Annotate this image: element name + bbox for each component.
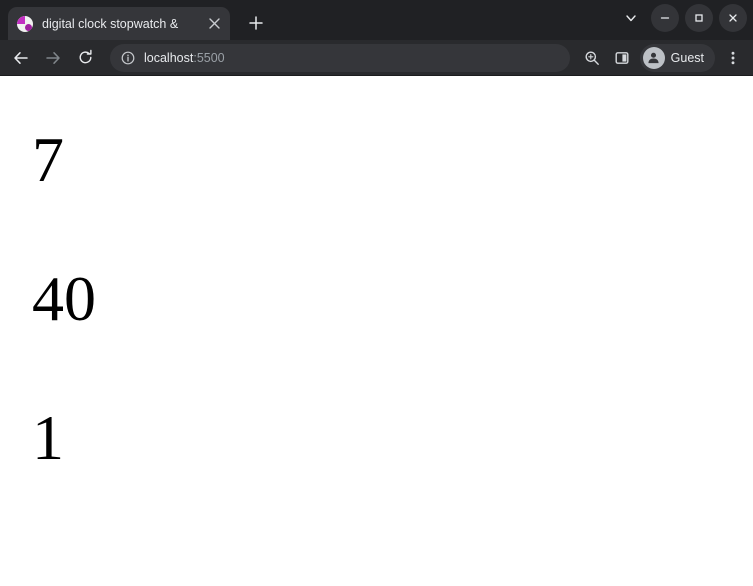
site-info-icon[interactable] [120, 50, 136, 66]
back-icon[interactable] [6, 43, 36, 73]
profile-name: Guest [670, 50, 704, 65]
zoom-icon[interactable] [578, 44, 606, 72]
address-bar[interactable]: localhost:5500 [110, 43, 570, 72]
page-viewport: 7 40 1 [0, 76, 753, 586]
clock-minutes: 40 [32, 263, 96, 334]
digital-clock: 7 40 1 [0, 76, 753, 470]
maximize-icon[interactable] [685, 4, 713, 32]
tab-title: digital clock stopwatch & [42, 16, 179, 31]
new-tab-button[interactable] [242, 9, 270, 37]
minimize-icon[interactable] [651, 4, 679, 32]
reload-icon[interactable] [70, 43, 100, 73]
browser-tab-active[interactable]: digital clock stopwatch & [8, 7, 230, 40]
close-window-icon[interactable] [719, 4, 747, 32]
tab-strip: digital clock stopwatch & [0, 0, 753, 40]
profile-chip[interactable]: Guest [639, 43, 715, 72]
url-text: localhost:5500 [144, 51, 225, 65]
window-controls [617, 4, 747, 32]
forward-icon[interactable] [38, 43, 68, 73]
browser-toolbar: localhost:5500 Guest [0, 40, 753, 76]
browser-window: digital clock stopwatch & localhost:5500… [0, 0, 753, 586]
clock-seconds: 1 [32, 402, 64, 473]
clock-hours: 7 [32, 124, 64, 195]
more-menu-icon[interactable] [719, 44, 747, 72]
url-host: localhost [144, 50, 194, 65]
url-port: :5500 [193, 50, 225, 65]
side-panel-icon[interactable] [608, 44, 636, 72]
tab-search-icon[interactable] [617, 4, 645, 32]
avatar [642, 46, 665, 69]
close-icon[interactable] [204, 14, 224, 34]
clock-favicon [17, 15, 33, 32]
